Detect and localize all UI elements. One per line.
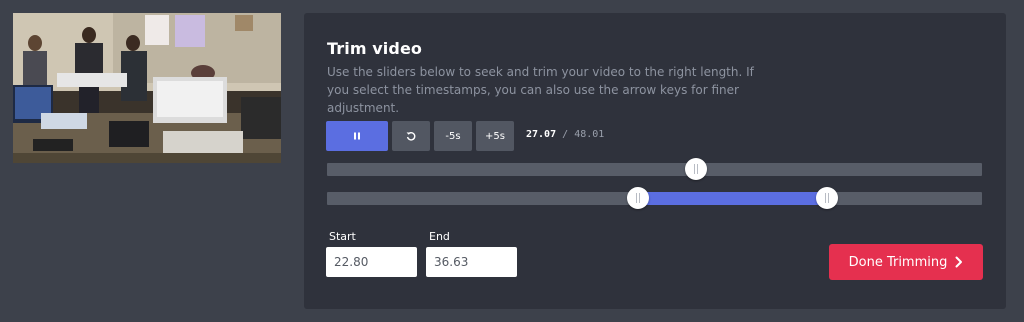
trim-selected-range: [638, 192, 827, 205]
time-separator: /: [562, 129, 569, 140]
current-time: 27.07: [526, 129, 557, 140]
video-frame-image: [13, 13, 281, 163]
video-preview: [13, 13, 281, 163]
trim-end-handle[interactable]: [815, 187, 838, 209]
done-trimming-label: Done Trimming: [848, 254, 948, 270]
start-label: Start: [329, 230, 356, 243]
restart-icon: [406, 132, 416, 141]
done-trimming-button[interactable]: Done Trimming: [829, 244, 983, 280]
end-label: End: [429, 230, 450, 243]
trim-start-handle[interactable]: [627, 187, 650, 209]
trim-slider[interactable]: [327, 187, 982, 209]
start-time-input[interactable]: [326, 247, 417, 277]
trim-panel: Trim video Use the sliders below to seek…: [304, 13, 1006, 309]
duration-time: 48.01: [574, 129, 605, 140]
seek-handle[interactable]: [685, 158, 708, 180]
trim-title: Trim video: [327, 39, 422, 58]
trim-description: Use the sliders below to seek and trim y…: [327, 65, 754, 115]
end-time-input[interactable]: [426, 247, 517, 277]
pause-button[interactable]: [326, 121, 388, 151]
restart-button[interactable]: [392, 121, 430, 151]
time-readout: 27.07 / 48.01: [526, 129, 604, 140]
forward-5s-button[interactable]: +5s: [476, 121, 514, 151]
back-5s-button[interactable]: -5s: [434, 121, 472, 151]
pause-icon: [354, 132, 360, 140]
chevron-right-icon: [955, 256, 963, 268]
seek-slider[interactable]: [327, 158, 982, 180]
